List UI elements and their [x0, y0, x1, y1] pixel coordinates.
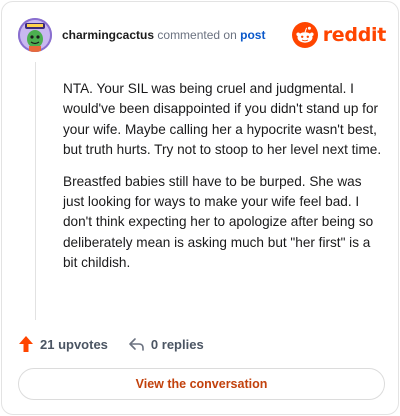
reply-arrow-icon — [129, 338, 144, 351]
reddit-snoo-icon — [291, 22, 318, 48]
upvotes-count: 21 upvotes — [40, 336, 108, 352]
thread-line — [35, 62, 36, 320]
comment-meta: charmingcactus commented on post — [62, 28, 265, 42]
comment-body: NTA. Your SIL was being cruel and judgme… — [63, 79, 385, 285]
upvotes-button[interactable]: 21 upvotes — [18, 335, 108, 353]
comment-paragraph-1: NTA. Your SIL was being cruel and judgme… — [63, 81, 382, 158]
upvote-arrow-icon — [19, 336, 33, 352]
replies-count: 0 replies — [150, 336, 204, 352]
cactus-avatar-icon[interactable] — [18, 18, 52, 52]
action-text: commented on — [157, 28, 237, 42]
post-link[interactable]: post — [240, 28, 265, 42]
comment-header: charmingcactus commented on post reddit — [18, 18, 386, 52]
view-conversation-button[interactable]: View the conversation — [18, 368, 385, 400]
username-link[interactable]: charmingcactus — [62, 28, 154, 42]
embedded-comment-card: charmingcactus commented on post reddit … — [1, 1, 399, 415]
replies-button[interactable]: 0 replies — [128, 337, 204, 352]
comment-paragraph-2: Breastfed babies still have to be burped… — [63, 173, 374, 271]
reddit-wordmark: reddit — [322, 24, 387, 46]
comment-actions: 21 upvotes 0 replies — [18, 332, 204, 356]
reddit-logo[interactable]: reddit — [291, 22, 387, 48]
